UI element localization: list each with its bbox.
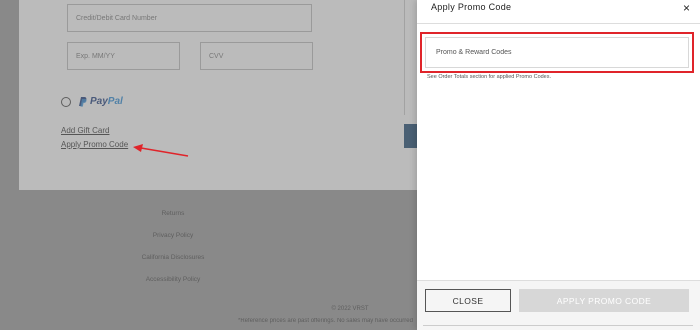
promo-help-text: See Order Totals section for applied Pro… xyxy=(427,74,552,80)
modal-header: Apply Promo Code × xyxy=(417,0,700,24)
modal-footer: CLOSE APPLY PROMO CODE xyxy=(417,280,700,330)
apply-promo-code-button[interactable]: APPLY PROMO CODE xyxy=(519,289,689,312)
promo-code-input[interactable] xyxy=(425,37,689,68)
apply-promo-modal: Apply Promo Code × See Order Totals sect… xyxy=(417,0,700,330)
close-icon[interactable]: × xyxy=(683,1,690,15)
close-button[interactable]: CLOSE xyxy=(425,289,511,312)
modal-title: Apply Promo Code xyxy=(431,2,512,12)
divider xyxy=(423,325,693,326)
